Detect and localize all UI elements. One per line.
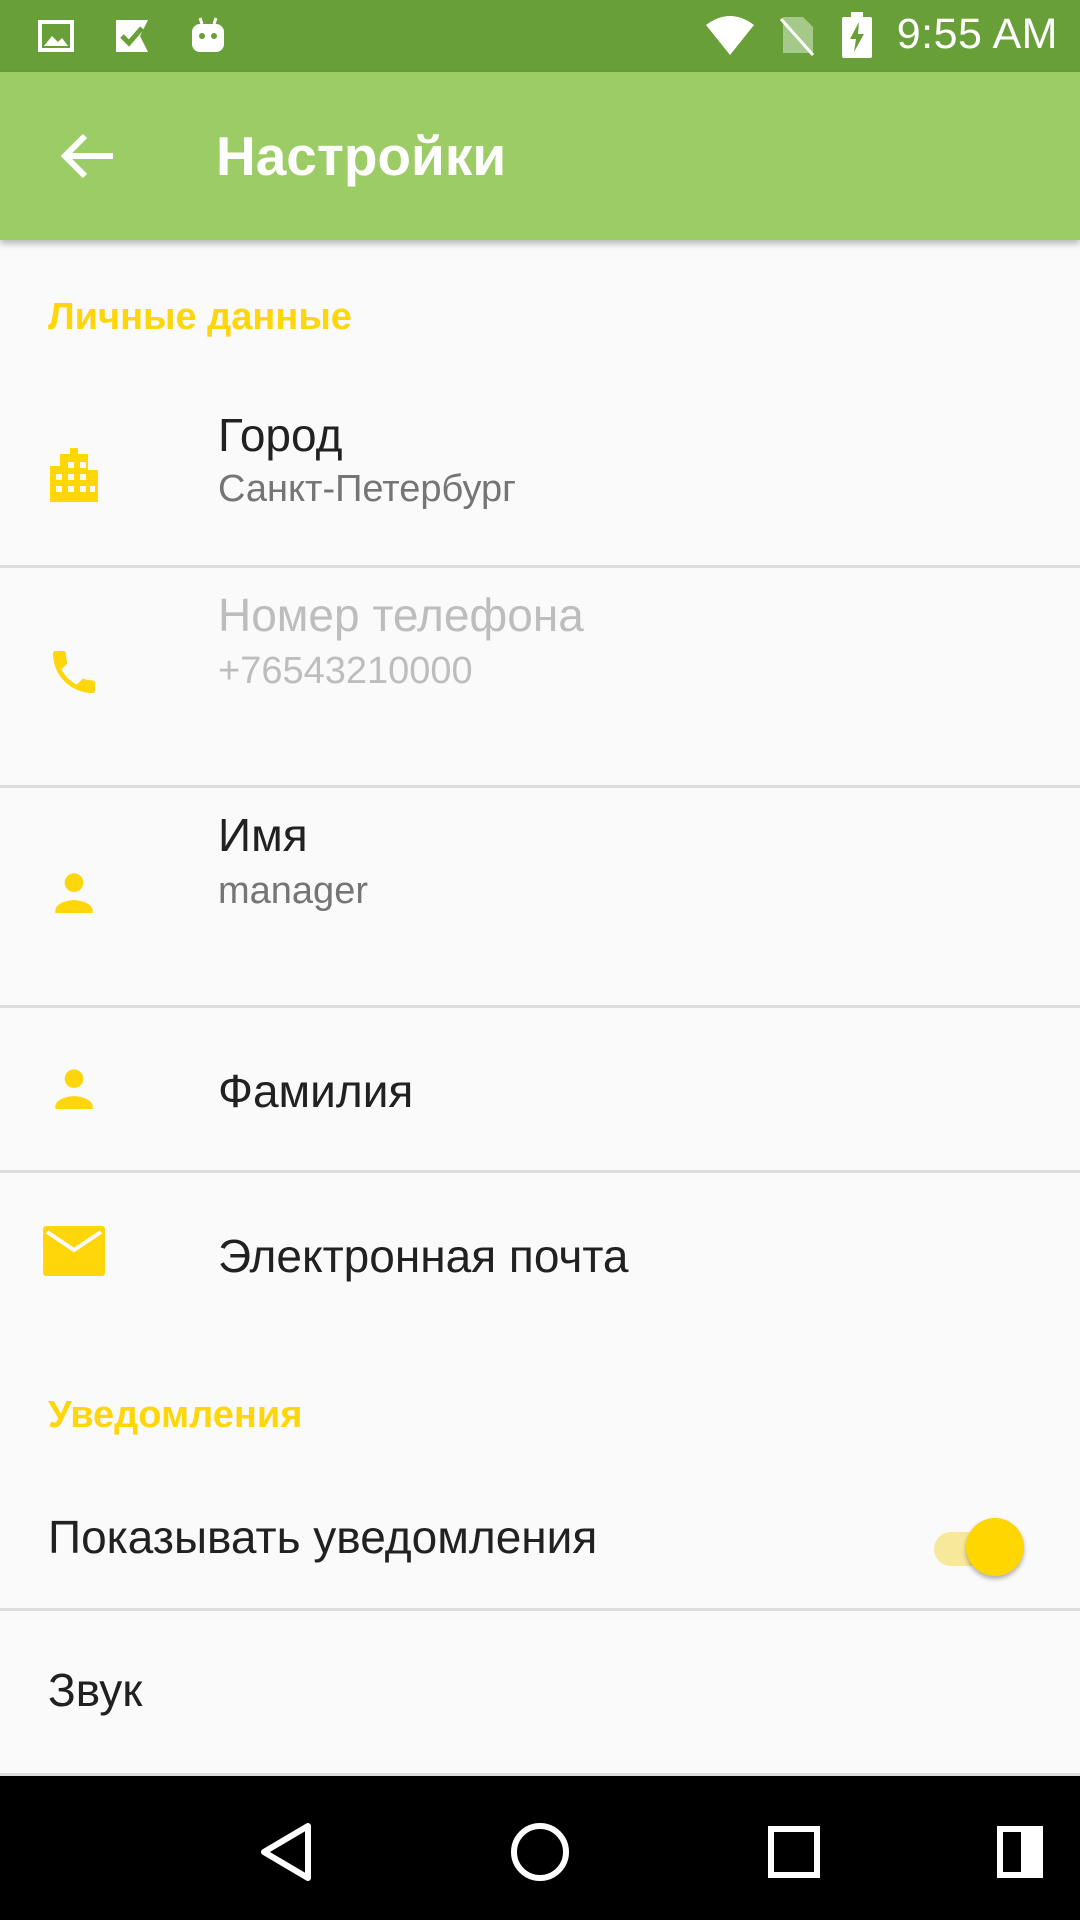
pref-sound[interactable]: Звук — [0, 1611, 1080, 1775]
wifi-icon — [703, 11, 757, 59]
pref-surname-title: Фамилия — [218, 1065, 414, 1117]
nav-recents-button[interactable] — [754, 1812, 834, 1892]
home-circle-icon — [511, 1823, 569, 1881]
pref-city-summary: Санкт-Петербург — [218, 468, 517, 510]
nav-home-button[interactable] — [500, 1812, 580, 1892]
mail-icon — [42, 1219, 106, 1283]
person-icon — [42, 1056, 106, 1120]
pref-email[interactable]: Электронная почта — [0, 1173, 1080, 1336]
pref-phone-title: Номер телефона — [218, 589, 584, 641]
page-title: Настройки — [216, 125, 507, 187]
section-header-personal: Личные данные — [48, 296, 352, 338]
phone-icon — [42, 640, 106, 704]
status-time: 9:55 AM — [896, 10, 1058, 58]
battery-charging-icon — [837, 11, 877, 59]
back-triangle-icon — [261, 1823, 311, 1881]
status-bar: 9:55 AM — [0, 0, 1080, 72]
person-icon — [42, 860, 106, 924]
recents-square-icon — [768, 1826, 820, 1878]
back-button[interactable] — [48, 116, 128, 196]
pref-name-summary: manager — [218, 870, 368, 912]
navigation-bar — [0, 1776, 1080, 1920]
nav-split-screen-button[interactable] — [980, 1812, 1060, 1892]
pref-phone: Номер телефона +76543210000 — [0, 568, 1080, 786]
split-screen-icon — [997, 1826, 1043, 1878]
pref-show-notifications-title: Показывать уведомления — [48, 1511, 598, 1563]
android-icon — [188, 12, 228, 60]
app-bar: Настройки — [0, 72, 1080, 240]
switch-thumb — [966, 1518, 1024, 1576]
notifications-switch[interactable] — [926, 1516, 1024, 1576]
check-flag-icon — [112, 12, 152, 60]
pref-city[interactable]: Город Санкт-Петербург — [0, 368, 1080, 586]
city-icon — [42, 442, 106, 506]
pref-sound-title: Звук — [48, 1664, 143, 1716]
nav-back-button[interactable] — [246, 1812, 326, 1892]
pref-city-title: Город — [218, 409, 343, 461]
pref-email-title: Электронная почта — [218, 1230, 629, 1282]
pref-phone-summary: +76543210000 — [218, 650, 473, 692]
pref-name-title: Имя — [218, 809, 308, 861]
pref-surname[interactable]: Фамилия — [0, 1008, 1080, 1171]
section-header-notifications: Уведомления — [48, 1394, 303, 1436]
image-icon — [36, 12, 76, 60]
pref-name[interactable]: Имя manager — [0, 788, 1080, 1006]
no-sim-icon — [777, 11, 817, 59]
arrow-back-icon — [61, 133, 113, 179]
